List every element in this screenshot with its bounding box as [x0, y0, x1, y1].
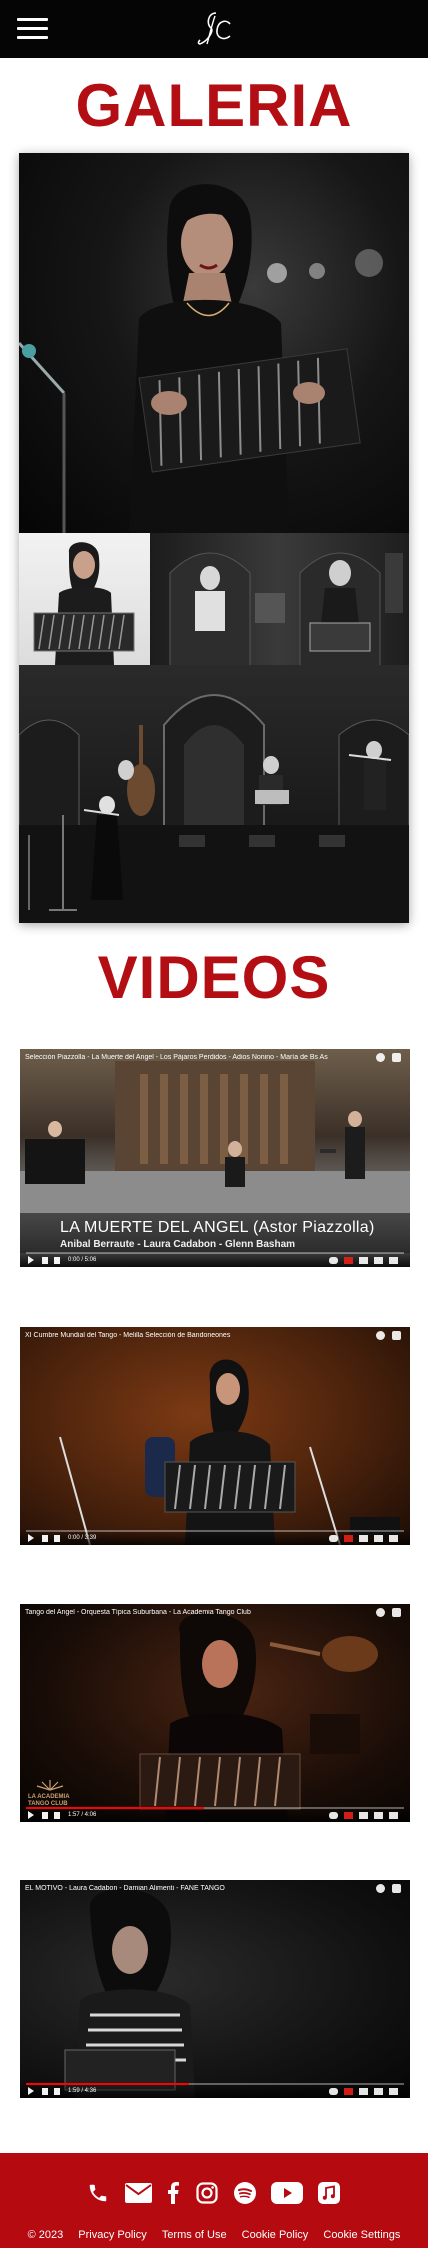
- settings-icon[interactable]: [359, 1257, 368, 1264]
- terms-of-use-link[interactable]: Terms of Use: [162, 2229, 227, 2241]
- next-icon[interactable]: [42, 1812, 48, 1819]
- video-player-4[interactable]: EL MOTIVO - Laura Cadabon - Damian Alime…: [20, 1880, 410, 2098]
- site-footer: © 2023 Privacy Policy Terms of Use Cooki…: [0, 2153, 428, 2248]
- video-progress-bar[interactable]: [26, 1252, 404, 1254]
- cookie-settings-link[interactable]: Cookie Settings: [323, 2229, 400, 2241]
- youtube-logo-icon[interactable]: [374, 1812, 383, 1819]
- video-player-2[interactable]: XI Cumbre Mundial del Tango - Melilla Se…: [20, 1327, 410, 1545]
- next-icon[interactable]: [42, 1257, 48, 1264]
- settings-icon[interactable]: [359, 1535, 368, 1542]
- next-icon[interactable]: [42, 2088, 48, 2095]
- share-icon[interactable]: [392, 1331, 401, 1340]
- video-overlay-credits: Anibal Berraute - Laura Cadabon - Glenn …: [60, 1239, 296, 1250]
- site-header: [0, 0, 428, 58]
- video-time: 0:00 / 5:06: [68, 1257, 97, 1263]
- clock-icon[interactable]: [376, 1053, 385, 1062]
- clock-icon[interactable]: [376, 1884, 385, 1893]
- phone-icon[interactable]: [86, 2180, 110, 2206]
- autoplay-toggle-icon[interactable]: [329, 2088, 338, 2095]
- music-note-icon[interactable]: [318, 2180, 340, 2206]
- subtitles-icon[interactable]: [344, 1812, 353, 1819]
- email-icon[interactable]: [124, 2180, 152, 2206]
- clock-icon[interactable]: [376, 1331, 385, 1340]
- video-player-1[interactable]: Selección Piazzolla - La Muerte del Ange…: [20, 1049, 410, 1267]
- video-progress-bar[interactable]: [26, 1530, 404, 1532]
- volume-icon[interactable]: [54, 1257, 60, 1264]
- gallery-photo-main[interactable]: [19, 153, 409, 533]
- fullscreen-icon[interactable]: [389, 1257, 398, 1264]
- clock-icon[interactable]: [376, 1608, 385, 1617]
- settings-icon[interactable]: [359, 1812, 368, 1819]
- gallery-photo-studio[interactable]: [19, 533, 150, 665]
- play-icon[interactable]: [28, 1534, 34, 1542]
- fullscreen-icon[interactable]: [389, 1535, 398, 1542]
- youtube-logo-icon[interactable]: [374, 1535, 383, 1542]
- autoplay-toggle-icon[interactable]: [329, 1257, 338, 1264]
- spotify-icon[interactable]: [234, 2180, 256, 2206]
- play-icon[interactable]: [28, 1811, 34, 1819]
- video-overlay-caption: LA MUERTE DEL ANGEL (Astor Piazzolla): [60, 1219, 375, 1236]
- autoplay-toggle-icon[interactable]: [329, 1812, 338, 1819]
- gallery-photo-stage[interactable]: [19, 665, 409, 923]
- video-time: 0:00 / 3:39: [68, 1535, 97, 1541]
- subtitles-icon[interactable]: [344, 1257, 353, 1264]
- video-title: EL MOTIVO - Laura Cadabon - Damian Alime…: [25, 1885, 225, 1892]
- play-icon[interactable]: [28, 1256, 34, 1264]
- video-time: 1:57 / 4:06: [68, 1812, 97, 1818]
- photo-gallery: [19, 153, 409, 923]
- instagram-icon[interactable]: [196, 2180, 218, 2206]
- share-icon[interactable]: [392, 1608, 401, 1617]
- video-top-icons[interactable]: [376, 1884, 404, 1894]
- video-progress-bar[interactable]: [26, 1807, 404, 1809]
- cookie-policy-link[interactable]: Cookie Policy: [242, 2229, 309, 2241]
- youtube-logo-icon[interactable]: [374, 1257, 383, 1264]
- videos-title: VIDEOS: [97, 944, 331, 1011]
- video-time: 1:59 / 4:36: [68, 2088, 97, 2094]
- fullscreen-icon[interactable]: [389, 1812, 398, 1819]
- hamburger-menu-icon[interactable]: [17, 17, 48, 41]
- video-top-icons[interactable]: [376, 1608, 404, 1618]
- subtitles-icon[interactable]: [344, 2088, 353, 2095]
- social-icons: [0, 2180, 428, 2208]
- lc-monogram-logo[interactable]: [194, 10, 234, 48]
- video-title: Tango del Angel - Orquesta Típica Suburb…: [25, 1609, 251, 1616]
- copyright-text: © 2023: [27, 2229, 64, 2241]
- fullscreen-icon[interactable]: [389, 2088, 398, 2095]
- volume-icon[interactable]: [54, 1535, 60, 1542]
- share-icon[interactable]: [392, 1053, 401, 1062]
- autoplay-toggle-icon[interactable]: [329, 1535, 338, 1542]
- video-player-3[interactable]: LA ACADEMIA TANGO CLUB Tango del Angel -…: [20, 1604, 410, 1822]
- footer-legal: © 2023 Privacy Policy Terms of Use Cooki…: [0, 2229, 428, 2241]
- privacy-policy-link[interactable]: Privacy Policy: [78, 2229, 146, 2241]
- settings-icon[interactable]: [359, 2088, 368, 2095]
- facebook-icon[interactable]: [165, 2180, 181, 2206]
- volume-icon[interactable]: [54, 1812, 60, 1819]
- video-top-icons[interactable]: [376, 1053, 404, 1063]
- video-title: Selección Piazzolla - La Muerte del Ange…: [25, 1054, 328, 1061]
- gallery-title: GALERIA: [75, 72, 353, 139]
- subtitles-icon[interactable]: [344, 1535, 353, 1542]
- video-progress-bar[interactable]: [26, 2083, 404, 2085]
- share-icon[interactable]: [392, 1884, 401, 1893]
- youtube-icon[interactable]: [270, 2180, 304, 2206]
- video-title: XI Cumbre Mundial del Tango - Melilla Se…: [25, 1332, 231, 1339]
- video-top-icons[interactable]: [376, 1331, 404, 1341]
- gallery-photo-orchestra[interactable]: [150, 533, 409, 665]
- volume-icon[interactable]: [54, 2088, 60, 2095]
- youtube-logo-icon[interactable]: [374, 2088, 383, 2095]
- play-icon[interactable]: [28, 2087, 34, 2095]
- next-icon[interactable]: [42, 1535, 48, 1542]
